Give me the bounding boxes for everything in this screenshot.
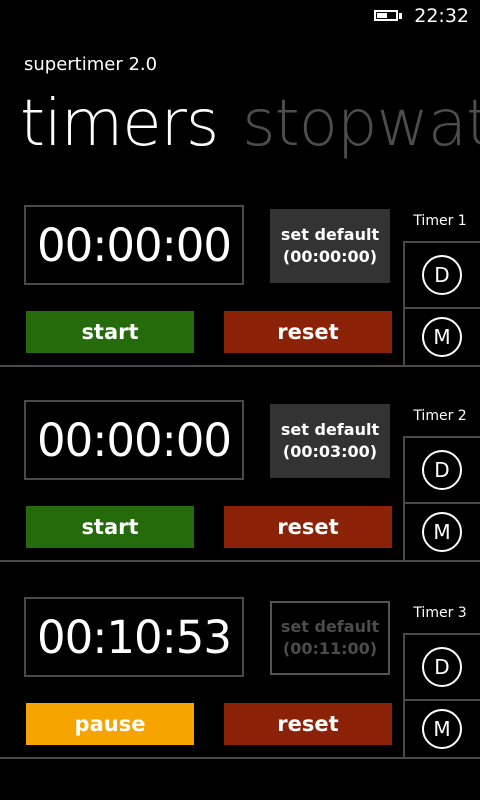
reset-button[interactable]: reset	[224, 311, 392, 353]
m-button[interactable]: M	[422, 709, 462, 749]
timer-row-3: 00:10:53 set default (00:11:00) Timer 3 D…	[0, 597, 480, 773]
status-clock: 22:32	[414, 5, 469, 27]
pause-button[interactable]: pause	[26, 703, 194, 745]
d-button[interactable]: D	[422, 255, 462, 295]
reset-button[interactable]: reset	[224, 703, 392, 745]
m-button[interactable]: M	[422, 317, 462, 357]
d-box: D	[403, 241, 480, 307]
set-default-value: (00:00:00)	[282, 247, 378, 266]
status-bar: 22:32	[0, 0, 480, 32]
timer-label: Timer 3	[413, 605, 467, 621]
d-box: D	[403, 436, 480, 502]
pivot-header: timers stopwat	[20, 84, 480, 164]
d-button[interactable]: D	[422, 647, 462, 687]
set-default-label: set default	[280, 420, 380, 439]
timer-display: 00:00:00	[24, 205, 244, 285]
timer-label: Timer 1	[413, 213, 467, 229]
set-default-label: set default	[280, 225, 380, 244]
row-divider	[0, 365, 480, 367]
battery-tip	[399, 13, 402, 19]
reset-button[interactable]: reset	[224, 506, 392, 548]
set-default-button[interactable]: set default (00:00:00)	[270, 209, 390, 283]
timer-display: 00:10:53	[24, 597, 244, 677]
pivot-tab-stopwatch[interactable]: stopwat	[242, 84, 480, 164]
battery-icon	[374, 10, 398, 21]
m-box: M	[403, 502, 480, 560]
set-default-button[interactable]: set default (00:11:00)	[270, 601, 390, 675]
row-divider	[0, 757, 480, 759]
start-button[interactable]: start	[26, 311, 194, 353]
screen: 22:32 supertimer 2.0 timers stopwat 00:00…	[0, 0, 480, 800]
start-button[interactable]: start	[26, 506, 194, 548]
m-box: M	[403, 699, 480, 757]
d-box: D	[403, 633, 480, 699]
timer-row-1: 00:00:00 set default (00:00:00) Timer 1 D…	[0, 205, 480, 381]
m-box: M	[403, 307, 480, 365]
timer-display: 00:00:00	[24, 400, 244, 480]
row-divider	[0, 560, 480, 562]
set-default-button[interactable]: set default (00:03:00)	[270, 404, 390, 478]
m-button[interactable]: M	[422, 512, 462, 552]
app-title: supertimer 2.0	[24, 54, 158, 75]
pivot-tab-timers[interactable]: timers	[20, 84, 219, 164]
d-button[interactable]: D	[422, 450, 462, 490]
timer-label: Timer 2	[413, 408, 467, 424]
timer-row-2: 00:00:00 set default (00:03:00) Timer 2 D…	[0, 400, 480, 576]
set-default-value: (00:11:00)	[282, 639, 378, 658]
set-default-value: (00:03:00)	[282, 442, 378, 461]
set-default-label: set default	[280, 617, 380, 636]
